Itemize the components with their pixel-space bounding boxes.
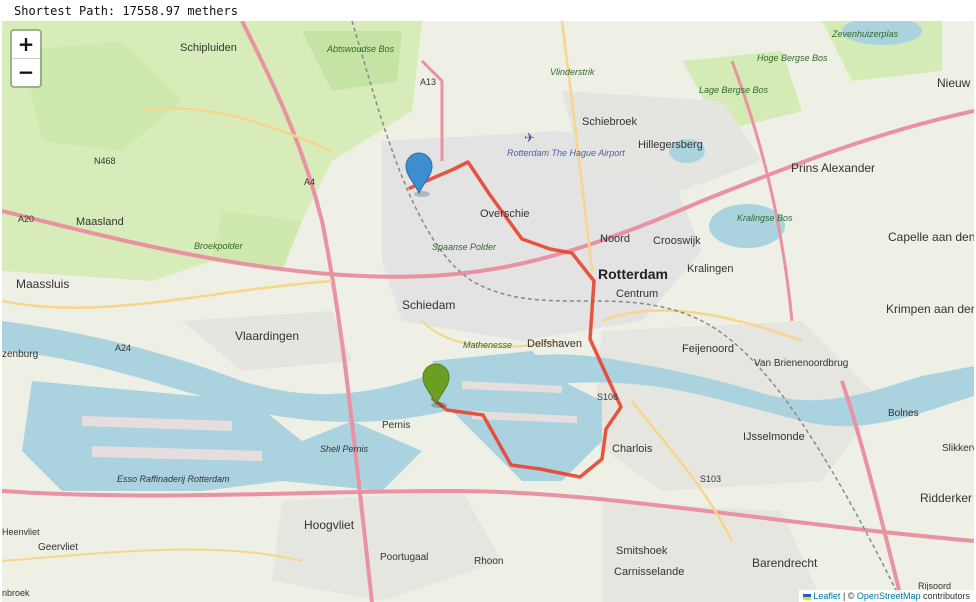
label-centrum: Centrum [616,288,658,300]
label-hoogvliet: Hoogvliet [304,518,355,532]
label-nbroek: nbroek [2,588,30,598]
leaflet-link[interactable]: Leaflet [813,591,840,601]
label-prins-alexander: Prins Alexander [791,161,875,175]
label-broekpolder: Broekpolder [194,241,244,251]
zoom-control: + − [10,29,42,88]
label-s106: S106 [597,392,618,402]
label-maassluis: Maassluis [16,277,69,291]
label-s103: S103 [700,474,721,484]
attribution: Leaflet | © OpenStreetMap contributors [799,590,974,602]
label-kralingen: Kralingen [687,263,733,275]
label-van-brienenoord: Van Brienenoordbrug [754,358,848,369]
label-rozenburg: zenburg [2,349,38,360]
label-zevenhuizer: Zevenhuizerplas [831,29,899,39]
label-rhoon: Rhoon [474,556,503,567]
label-a20: A20 [18,214,34,224]
map[interactable]: Schipluiden Abtswoudse Bos A13 Vlinderst… [2,21,974,602]
label-rotterdam: Rotterdam [598,266,668,282]
label-feijenoord: Feijenoord [682,343,734,355]
attribution-suffix: contributors [920,591,970,601]
label-noord: Noord [600,233,630,245]
label-spaanse: Spaanse Polder [432,242,497,252]
label-a24: A24 [115,343,131,353]
label-vlaardingen: Vlaardingen [235,329,299,343]
label-krimpen: Krimpen aan den IJssel [886,302,974,316]
label-hillegersberg: Hillegersberg [638,139,703,151]
label-overschie: Overschie [480,208,530,220]
label-hoge-bergse: Hoge Bergse Bos [757,53,828,63]
label-capelle: Capelle aan den IJssel [888,230,974,244]
label-lage-bergse: Lage Bergse Bos [699,85,769,95]
label-geervliet: Geervliet [38,542,78,553]
label-ridderkerk: Ridderker [920,491,972,505]
shortest-path-label: Shortest Path: 17558.97 methers [14,4,238,18]
label-smitshoek: Smitshoek [616,545,668,557]
label-n468: N468 [94,156,116,166]
label-carnisselande: Carnisselande [614,566,684,578]
map-tiles: Schipluiden Abtswoudse Bos A13 Vlinderst… [2,21,974,602]
airplane-icon: ✈ [524,130,535,145]
label-vlinderstrik: Vlinderstrik [550,67,595,77]
ukraine-flag-icon [803,593,812,600]
label-crooswijk: Crooswijk [653,235,701,247]
label-slikkerveer: Slikkerv [942,443,974,454]
label-charlois: Charlois [612,443,653,455]
label-ijsselmonde: IJsselmonde [743,431,805,443]
label-poortugaal: Poortugaal [380,552,428,563]
label-esso: Esso Raffinaderij Rotterdam [117,474,230,484]
label-a13: A13 [420,77,436,87]
attribution-separator: | © [840,591,857,601]
osm-link[interactable]: OpenStreetMap [857,591,921,601]
label-kralingse-bos: Kralingse Bos [737,213,793,223]
label-delfshaven: Delfshaven [527,338,582,350]
label-bolnes: Bolnes [888,408,919,419]
label-schiedam: Schiedam [402,298,455,312]
label-airport: Rotterdam The Hague Airport [507,148,625,158]
label-heenvliet: Heenvliet [2,527,40,537]
label-mathenesse: Mathenesse [463,340,512,350]
zoom-out-button[interactable]: − [12,58,40,86]
label-pernis: Pernis [382,420,410,431]
zoom-in-button[interactable]: + [12,31,40,58]
label-a4: A4 [304,177,315,187]
label-abtswoudse: Abtswoudse Bos [326,44,395,54]
label-shell-pernis: Shell Pernis [320,444,369,454]
label-barendrecht: Barendrecht [752,556,818,570]
label-nieuwe: Nieuw aan d [937,76,974,90]
label-schiebroek: Schiebroek [582,116,638,128]
label-schipluiden: Schipluiden [180,42,237,54]
label-maasland: Maasland [76,216,124,228]
